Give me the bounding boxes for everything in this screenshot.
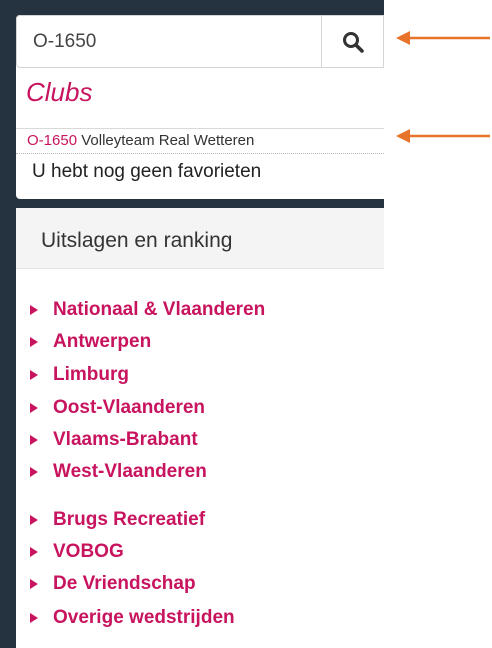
search-panel: Clubs O-1650 Volleyteam Real Wetteren U …: [16, 15, 384, 199]
caret-right-icon: [30, 613, 38, 623]
club-name: Volleyteam Real Wetteren: [81, 132, 255, 149]
ranking-title: Uitslagen en ranking: [41, 229, 233, 252]
caret-right-icon: [30, 547, 38, 557]
club-code: O-1650: [27, 132, 78, 149]
caret-right-icon: [30, 305, 38, 315]
caret-right-icon: [30, 467, 38, 477]
caret-right-icon: [30, 337, 38, 347]
link-vlaams-brabant[interactable]: Vlaams-Brabant: [28, 426, 198, 454]
search-icon: [343, 32, 364, 53]
caret-right-icon: [30, 435, 38, 445]
caret-right-icon: [30, 579, 38, 589]
link-vobog[interactable]: VOBOG: [28, 538, 124, 566]
ranking-header: Uitslagen en ranking: [16, 208, 384, 269]
link-label: Brugs Recreatief: [53, 509, 206, 530]
club-result-item[interactable]: O-1650 Volleyteam Real Wetteren: [16, 128, 384, 154]
arrow-left-icon: [396, 129, 490, 143]
link-de-vriendschap[interactable]: De Vriendschap: [28, 570, 196, 598]
link-west-vlaanderen[interactable]: West-Vlaanderen: [28, 458, 207, 486]
link-antwerpen[interactable]: Antwerpen: [28, 328, 151, 356]
link-label: Oost-Vlaanderen: [53, 397, 206, 418]
link-overige-wedstrijden[interactable]: Overige wedstrijden: [28, 604, 235, 632]
ranking-panel: Uitslagen en ranking Nationaal & Vlaande…: [16, 208, 384, 648]
link-oost-vlaanderen[interactable]: Oost-Vlaanderen: [28, 394, 205, 422]
link-label: Nationaal & Vlaanderen: [53, 299, 266, 320]
caret-right-icon: [30, 370, 38, 380]
arrow-left-icon: [396, 31, 490, 45]
search-input[interactable]: [16, 15, 322, 68]
link-label: VOBOG: [53, 541, 124, 562]
link-label: Antwerpen: [53, 331, 152, 352]
caret-right-icon: [30, 515, 38, 525]
search-bar: [16, 15, 384, 70]
clubs-heading: Clubs: [26, 77, 93, 107]
link-nationaal-vlaanderen[interactable]: Nationaal & Vlaanderen: [28, 296, 265, 324]
caret-right-icon: [30, 403, 38, 413]
search-button[interactable]: [322, 15, 384, 68]
link-brugs-recreatief[interactable]: Brugs Recreatief: [28, 506, 205, 534]
link-label: De Vriendschap: [53, 573, 196, 594]
link-label: Limburg: [53, 364, 129, 385]
link-label: West-Vlaanderen: [53, 461, 207, 482]
link-label: Overige wedstrijden: [53, 607, 235, 628]
link-label: Vlaams-Brabant: [53, 429, 198, 450]
no-favorites-text: U hebt nog geen favorieten: [32, 161, 262, 182]
link-limburg[interactable]: Limburg: [28, 361, 129, 389]
